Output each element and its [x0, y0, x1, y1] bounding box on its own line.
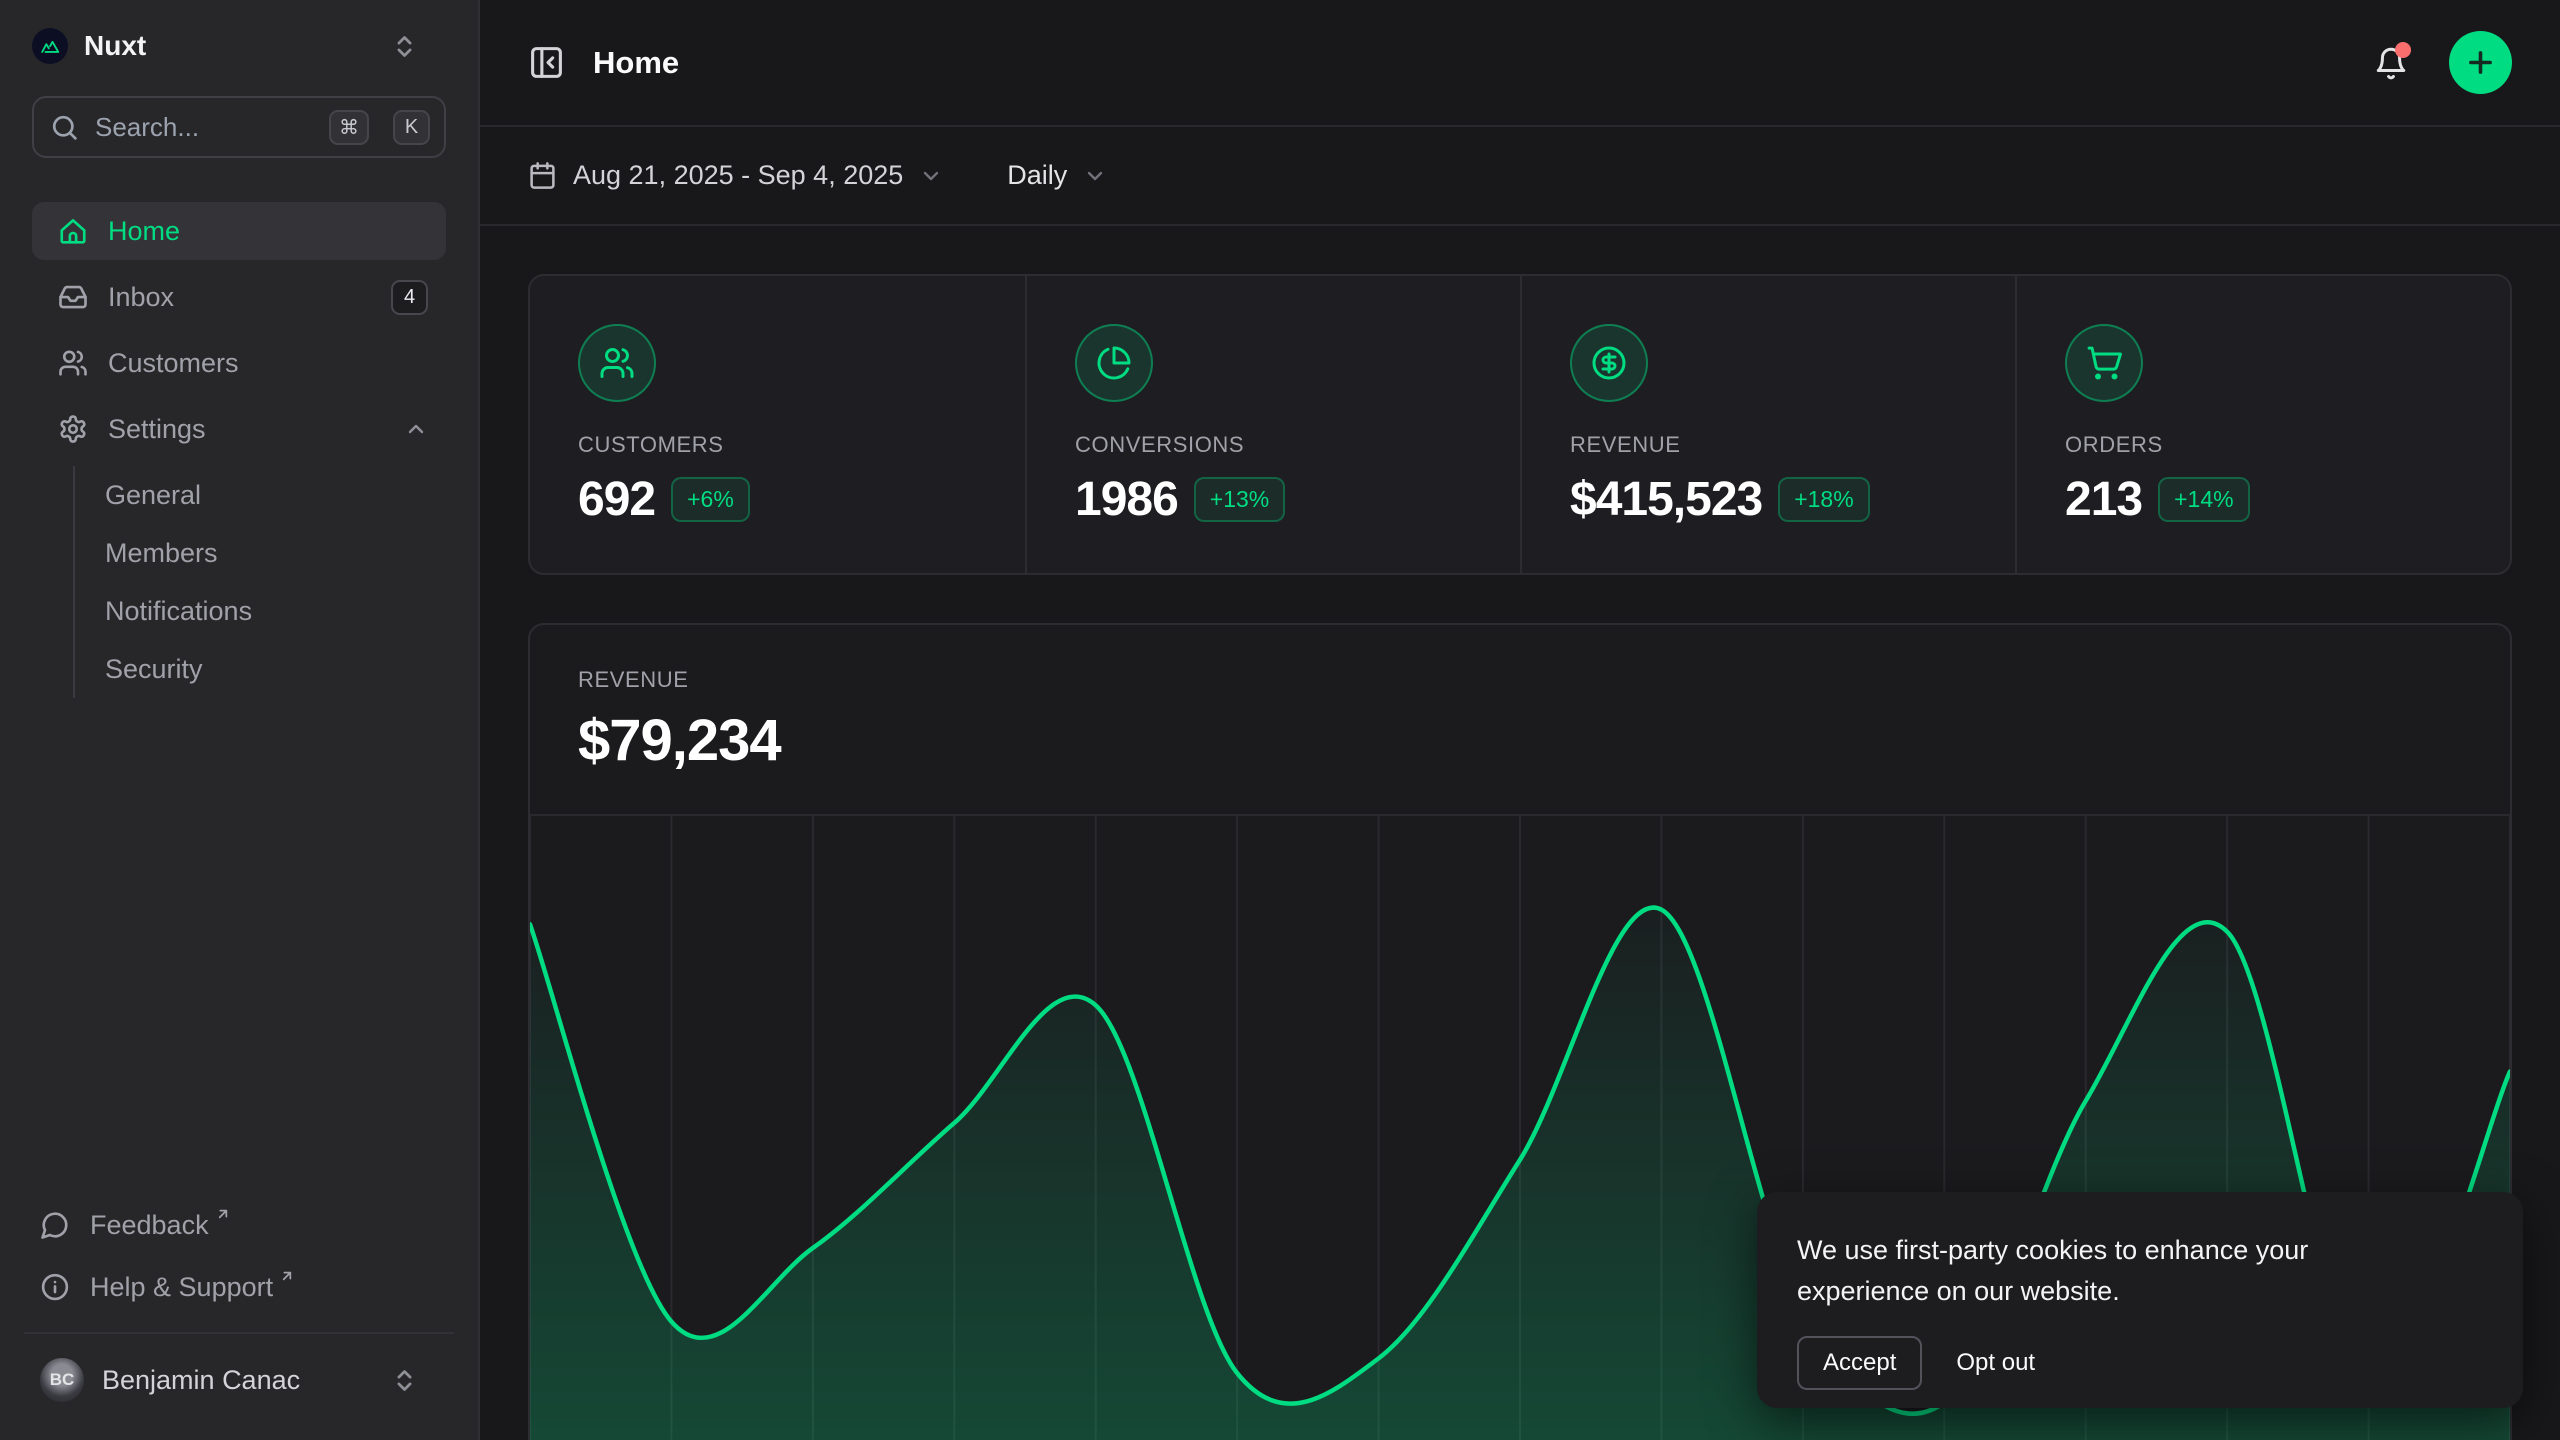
notifications-button[interactable] — [2373, 45, 2409, 81]
help-support-link[interactable]: Help & Support — [32, 1258, 446, 1316]
page-title: Home — [593, 45, 679, 81]
page-header: Home — [480, 0, 2560, 127]
inbox-count-badge: 4 — [391, 280, 428, 315]
sidebar-item-customers[interactable]: Customers — [32, 334, 446, 392]
notification-dot — [2395, 42, 2411, 58]
subnav-label: Security — [105, 654, 203, 685]
stat-label: REVENUE — [1570, 432, 1967, 458]
sidebar-footer: Feedback Help & Support BC — [32, 1196, 446, 1412]
user-menu[interactable]: BC Benjamin Canac — [32, 1348, 446, 1412]
sidebar-item-home[interactable]: Home — [32, 202, 446, 260]
sidebar-item-label: Inbox — [108, 282, 174, 313]
date-range-label: Aug 21, 2025 - Sep 4, 2025 — [573, 160, 903, 191]
stat-value: 1986 — [1075, 472, 1178, 527]
search-input[interactable]: Search... ⌘ K — [32, 96, 446, 158]
revenue-chart-value: $79,234 — [578, 707, 2462, 774]
stat-label: CONVERSIONS — [1075, 432, 1472, 458]
chevrons-up-down-icon — [391, 33, 418, 60]
chevron-down-icon — [1083, 164, 1107, 188]
date-range-picker[interactable]: Aug 21, 2025 - Sep 4, 2025 — [528, 160, 943, 191]
stat-delta-badge: +13% — [1194, 477, 1285, 522]
cookie-banner: We use first-party cookies to enhance yo… — [1757, 1192, 2523, 1408]
stat-delta-badge: +18% — [1778, 477, 1869, 522]
sidebar-item-security[interactable]: Security — [75, 640, 446, 698]
home-icon — [58, 216, 88, 246]
chevron-up-icon — [404, 417, 428, 441]
stat-conversions[interactable]: CONVERSIONS 1986 +13% — [1025, 276, 1520, 575]
chat-bubble-icon — [40, 1210, 70, 1240]
stat-value: $415,523 — [1570, 472, 1762, 527]
search-placeholder: Search... — [95, 112, 313, 143]
stat-delta-badge: +14% — [2158, 477, 2249, 522]
settings-subnav: General Members Notifications Security — [73, 466, 446, 698]
sidebar-item-inbox[interactable]: Inbox 4 — [32, 268, 446, 326]
subnav-label: General — [105, 480, 201, 511]
brand-name: Nuxt — [84, 30, 146, 62]
granularity-label: Daily — [1007, 160, 1067, 191]
sidebar: Nuxt Search... ⌘ K Home — [0, 0, 480, 1440]
add-button[interactable] — [2449, 31, 2512, 94]
calendar-icon — [528, 161, 557, 190]
external-link-icon — [279, 1268, 295, 1284]
footer-link-label: Feedback — [90, 1210, 209, 1241]
main-area: Home Aug 21, — [480, 0, 2560, 1440]
stat-value: 692 — [578, 472, 655, 527]
search-icon — [50, 113, 79, 142]
cookie-accept-button[interactable]: Accept — [1797, 1336, 1922, 1390]
footer-link-label: Help & Support — [90, 1272, 273, 1303]
chevrons-up-down-icon — [391, 1367, 418, 1394]
chevron-down-icon — [919, 164, 943, 188]
sidebar-divider — [24, 1332, 454, 1334]
stat-label: CUSTOMERS — [578, 432, 977, 458]
nuxt-logo-icon — [32, 28, 68, 64]
plus-icon — [2464, 46, 2497, 79]
stat-customers[interactable]: CUSTOMERS 692 +6% — [530, 276, 1025, 575]
inbox-icon — [58, 282, 88, 312]
granularity-select[interactable]: Daily — [1007, 160, 1107, 191]
collapse-sidebar-button[interactable] — [528, 44, 565, 81]
users-icon — [58, 348, 88, 378]
stats-card: CUSTOMERS 692 +6% CONVERSIONS 1986 +13% — [528, 274, 2512, 575]
sidebar-item-label: Home — [108, 216, 180, 247]
sidebar-item-label: Settings — [108, 414, 206, 445]
sidebar-nav: Home Inbox 4 Customers — [32, 202, 446, 704]
sidebar-item-label: Customers — [108, 348, 239, 379]
avatar: BC — [40, 1358, 84, 1402]
dollar-circle-icon — [1570, 324, 1648, 402]
kbd-key: K — [393, 110, 430, 145]
user-name: Benjamin Canac — [102, 1365, 300, 1396]
kbd-meta: ⌘ — [329, 110, 369, 145]
subnav-label: Notifications — [105, 596, 252, 627]
users-icon — [578, 324, 656, 402]
external-link-icon — [215, 1206, 231, 1222]
stat-label: ORDERS — [2065, 432, 2462, 458]
stat-revenue[interactable]: REVENUE $415,523 +18% — [1520, 276, 2015, 575]
cookie-message: We use first-party cookies to enhance yo… — [1797, 1230, 2437, 1312]
stat-delta-badge: +6% — [671, 477, 750, 522]
stat-value: 213 — [2065, 472, 2142, 527]
sidebar-item-members[interactable]: Members — [75, 524, 446, 582]
shopping-cart-icon — [2065, 324, 2143, 402]
revenue-chart-label: REVENUE — [578, 667, 2462, 693]
gear-icon — [58, 414, 88, 444]
sidebar-item-notifications[interactable]: Notifications — [75, 582, 446, 640]
sidebar-item-general[interactable]: General — [75, 466, 446, 524]
sidebar-item-settings[interactable]: Settings — [32, 400, 446, 458]
filters-toolbar: Aug 21, 2025 - Sep 4, 2025 Daily — [480, 127, 2560, 226]
feedback-link[interactable]: Feedback — [32, 1196, 446, 1254]
stat-orders[interactable]: ORDERS 213 +14% — [2015, 276, 2510, 575]
cookie-optout-button[interactable]: Opt out — [1956, 1349, 2035, 1377]
subnav-label: Members — [105, 538, 218, 569]
info-circle-icon — [40, 1272, 70, 1302]
pie-chart-icon — [1075, 324, 1153, 402]
workspace-selector[interactable]: Nuxt — [32, 24, 446, 68]
